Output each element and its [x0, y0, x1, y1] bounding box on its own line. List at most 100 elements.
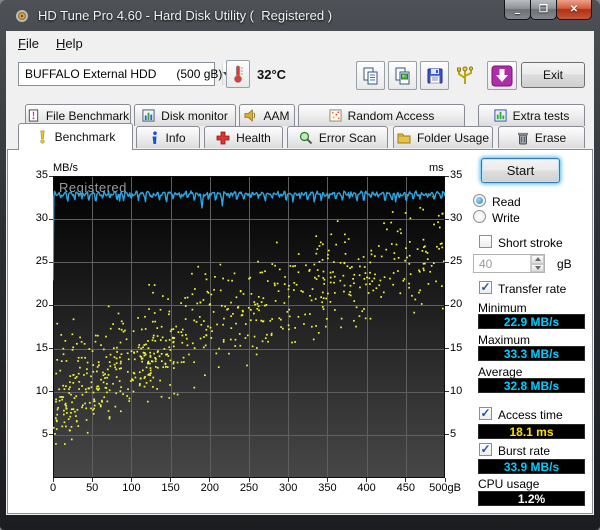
y-axis-right-unit: ms [429, 162, 444, 174]
tab-error-scan[interactable]: Error Scan [287, 126, 388, 148]
usb-icon [454, 65, 476, 87]
x-tick-mark [131, 478, 132, 482]
chevron-down-icon [535, 266, 541, 270]
tab-label: Error Scan [319, 131, 376, 145]
transfer-rate-checkbox[interactable]: ✓ [479, 281, 492, 294]
separator [466, 227, 586, 228]
stepper-up-button[interactable] [531, 255, 544, 264]
stroke-size-value: 40 [474, 255, 530, 272]
tab-label: Health [236, 131, 271, 145]
tab-extra-tests[interactable]: Extra tests [478, 104, 585, 126]
disk-monitor-icon [142, 109, 155, 122]
tab-benchmark[interactable]: Benchmark [18, 123, 133, 150]
x-tick-mark [53, 478, 54, 482]
y-tick-label-left: 30 [18, 212, 48, 224]
short-stroke-label: Short stroke [498, 236, 563, 250]
download-icon [490, 64, 514, 88]
y-tick-label-left: 10 [18, 385, 48, 397]
thermometer-icon [231, 64, 245, 84]
y-tick-label-left: 20 [18, 298, 48, 310]
temperature-button[interactable] [226, 60, 250, 88]
y-tick-mark [49, 305, 53, 306]
separator [466, 191, 586, 192]
y-tick-label-left: 25 [18, 255, 48, 267]
access-time-checkbox[interactable]: ✓ [479, 407, 492, 420]
x-tick-mark [92, 478, 93, 482]
y-tick-label-right: 5 [450, 428, 480, 440]
y-tick-mark [49, 176, 53, 177]
y-tick-mark [445, 176, 449, 177]
x-tick-mark [209, 478, 210, 482]
y-tick-label-right: 35 [450, 169, 480, 181]
average-value: 32.8 MB/s [478, 378, 585, 393]
access-time-value: 18.1 ms [478, 424, 585, 439]
x-tick-label: 450 [386, 482, 426, 494]
download-update-button[interactable] [487, 61, 517, 90]
exit-button[interactable]: Exit [521, 62, 585, 88]
x-tick-label: 300 [268, 482, 308, 494]
tab-folder-usage[interactable]: Folder Usage [393, 126, 493, 148]
x-tick-label: 400 [347, 482, 387, 494]
info-icon [150, 131, 159, 145]
write-radio-label: Write [492, 211, 520, 225]
tab-label: Random Access [348, 109, 435, 123]
start-button-label: Start [507, 163, 534, 178]
start-button[interactable]: Start [481, 158, 560, 183]
stroke-size-stepper[interactable]: 40 [473, 254, 545, 273]
y-tick-mark [445, 305, 449, 306]
y-tick-mark [49, 219, 53, 220]
tab-aam[interactable]: AAM [239, 104, 295, 126]
maximum-label: Maximum [478, 333, 530, 347]
title-bar[interactable]: HD Tune Pro 4.60 - Hard Disk Utility ( R… [0, 0, 600, 31]
tab-erase[interactable]: Erase [498, 126, 585, 148]
cpu-usage-value: 1.2% [478, 491, 585, 506]
close-icon: ✕ [570, 5, 578, 15]
x-tick-mark [170, 478, 171, 482]
x-tick-label: 500gB [425, 482, 465, 494]
tab-label: File Benchmark [46, 109, 129, 123]
x-tick-label: 250 [229, 482, 269, 494]
burst-rate-value: 33.9 MB/s [478, 459, 585, 474]
y-tick-label-right: 20 [450, 298, 480, 310]
x-tick-mark [249, 478, 250, 482]
stepper-down-button[interactable] [531, 264, 544, 273]
menu-help[interactable]: Help [48, 34, 91, 53]
separator [466, 399, 586, 400]
temperature-value: 32°C [257, 67, 286, 82]
x-tick-label: 0 [33, 482, 73, 494]
short-stroke-checkbox[interactable] [479, 235, 492, 248]
tab-info[interactable]: Info [136, 126, 200, 148]
y-tick-mark [49, 434, 53, 435]
tab-disk-monitor[interactable]: Disk monitor [134, 104, 236, 126]
app-logo-icon [14, 8, 30, 29]
tab-label: AAM [263, 109, 289, 123]
close-button[interactable]: ✕ [556, 0, 592, 20]
y-tick-mark [49, 391, 53, 392]
benchmark-icon [36, 130, 49, 144]
tab-label: Benchmark [55, 130, 116, 144]
usb-options-button[interactable] [450, 61, 479, 90]
tab-random-access[interactable]: Random Access [298, 104, 465, 126]
burst-rate-checkbox[interactable]: ✓ [479, 443, 492, 456]
write-radio[interactable] [473, 210, 486, 223]
radio-selected-dot [476, 197, 483, 204]
copy-image-button[interactable] [388, 61, 417, 90]
error-scan-icon [299, 131, 313, 145]
x-tick-mark [366, 478, 367, 482]
copy-text-icon [361, 66, 381, 86]
tab-health[interactable]: Health [204, 126, 283, 148]
minimize-button[interactable]: – [504, 0, 531, 20]
drive-select-combobox[interactable]: BUFFALO External HDD (500 gB) [18, 62, 215, 86]
copy-text-button[interactable] [356, 61, 385, 90]
y-tick-label-right: 15 [450, 342, 480, 354]
window-title: HD Tune Pro 4.60 - Hard Disk Utility ( R… [38, 8, 332, 23]
save-button[interactable] [420, 61, 449, 90]
maximize-button[interactable]: ❐ [530, 0, 557, 20]
y-tick-mark [445, 348, 449, 349]
save-icon [425, 66, 445, 86]
y-tick-mark [445, 262, 449, 263]
stroke-size-unit: gB [557, 257, 572, 271]
read-radio[interactable] [473, 194, 486, 207]
menu-file[interactable]: File [10, 34, 47, 53]
y-tick-mark [49, 348, 53, 349]
